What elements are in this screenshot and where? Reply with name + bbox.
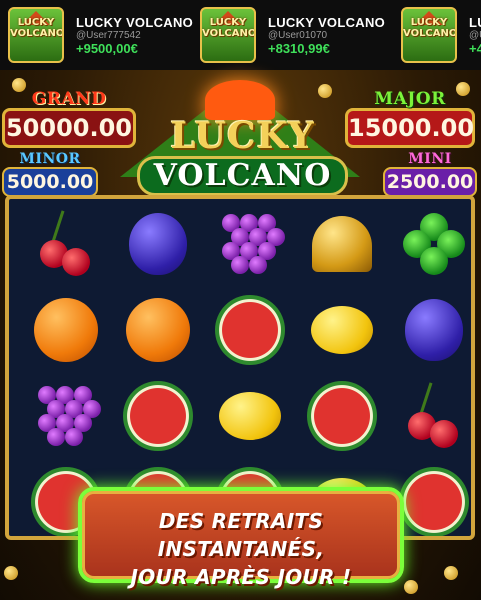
winner-amount: +4 xyxy=(469,40,481,56)
jackpot-label: MINOR xyxy=(19,151,81,167)
reel-cell xyxy=(297,201,387,287)
winner-card[interactable]: LUCKY VOLCANO LU @U +4 xyxy=(401,6,481,64)
jackpot-label: GRAND xyxy=(31,89,107,109)
reel-cell xyxy=(389,201,471,287)
winner-username: @User777542 xyxy=(76,29,141,41)
clover-icon xyxy=(403,213,465,275)
plum-icon xyxy=(405,299,463,361)
winner-username: @User01070 xyxy=(268,29,328,41)
jackpot-label: MAJOR xyxy=(374,89,446,109)
melon-icon xyxy=(123,381,193,451)
coin-icon xyxy=(444,566,458,580)
winner-amount: +9500,00€ xyxy=(76,40,138,56)
reel-cell xyxy=(389,287,471,373)
winner-game-title: LU xyxy=(469,14,481,30)
logo-volcano: VOLCANO xyxy=(136,156,349,196)
reel-cell xyxy=(113,287,203,373)
jackpot-minor: MINOR 5000.00 xyxy=(2,152,98,197)
winner-game-title: LUCKY VOLCANO xyxy=(268,14,386,30)
winners-ticker: LUCKY VOLCANO LUCKY VOLCANO @User777542 … xyxy=(0,0,481,70)
game-logo: LUCKY VOLCANO xyxy=(120,118,365,196)
melon-icon xyxy=(215,295,285,365)
winner-card[interactable]: LUCKY VOLCANO LUCKY VOLCANO @User01070 +… xyxy=(200,6,385,64)
winner-card[interactable]: LUCKY VOLCANO LUCKY VOLCANO @User777542 … xyxy=(8,6,193,64)
jackpot-grand: GRAND 50000.00 xyxy=(2,90,136,148)
jackpot-value: 5000.00 xyxy=(2,167,98,197)
melon-icon xyxy=(307,381,377,451)
orange-icon xyxy=(34,298,98,362)
reel-cell xyxy=(113,201,203,287)
reel-cell xyxy=(205,201,295,287)
game-thumbnail: LUCKY VOLCANO xyxy=(200,7,256,63)
jackpot-value: 2500.00 xyxy=(383,167,477,197)
reel-cell xyxy=(21,373,111,459)
winner-username: @U xyxy=(469,29,481,41)
lemon-icon xyxy=(311,306,373,354)
coin-icon xyxy=(4,566,18,580)
bell-icon xyxy=(312,216,372,272)
game-thumbnail: LUCKY VOLCANO xyxy=(401,7,457,63)
lava-icon xyxy=(205,80,275,120)
reel-cell xyxy=(21,201,111,287)
winner-amount: +8310,99€ xyxy=(268,40,330,56)
grapes-icon xyxy=(218,212,285,276)
reel-cell xyxy=(205,287,295,373)
banner-line-1: DES RETRAITS INSTANTANÉS, xyxy=(157,509,325,561)
winner-game-title: LUCKY VOLCANO xyxy=(76,14,194,30)
coin-icon xyxy=(404,580,418,594)
plum-icon xyxy=(129,213,187,275)
orange-icon xyxy=(126,298,190,362)
reel-cell xyxy=(113,373,203,459)
jackpot-mini: MINI 2500.00 xyxy=(383,152,477,197)
jackpot-value: 15000.00 xyxy=(345,108,475,148)
reel-cell xyxy=(297,287,387,373)
reel-cell xyxy=(205,373,295,459)
grapes-icon xyxy=(34,384,101,448)
thumbnail-text: LUCKY VOLCANO xyxy=(10,17,64,39)
jackpot-label: MINI xyxy=(408,151,452,167)
promo-banner[interactable]: DES RETRAITS INSTANTANÉS, JOUR APRÈS JOU… xyxy=(78,487,404,589)
logo-lucky: LUCKY xyxy=(170,115,315,157)
reel-cell xyxy=(21,287,111,373)
melon-icon xyxy=(399,467,469,536)
thumbnail-text: LUCKY VOLCANO xyxy=(403,17,457,39)
reel-cell xyxy=(389,373,471,459)
thumbnail-text: LUCKY VOLCANO xyxy=(202,17,256,39)
lemon-icon xyxy=(219,392,281,440)
reel-cell xyxy=(297,373,387,459)
game-thumbnail: LUCKY VOLCANO xyxy=(8,7,64,63)
jackpot-major: MAJOR 15000.00 xyxy=(345,90,475,148)
jackpot-value: 50000.00 xyxy=(2,108,136,148)
banner-line-2: JOUR APRÈS JOUR ! xyxy=(130,565,352,589)
